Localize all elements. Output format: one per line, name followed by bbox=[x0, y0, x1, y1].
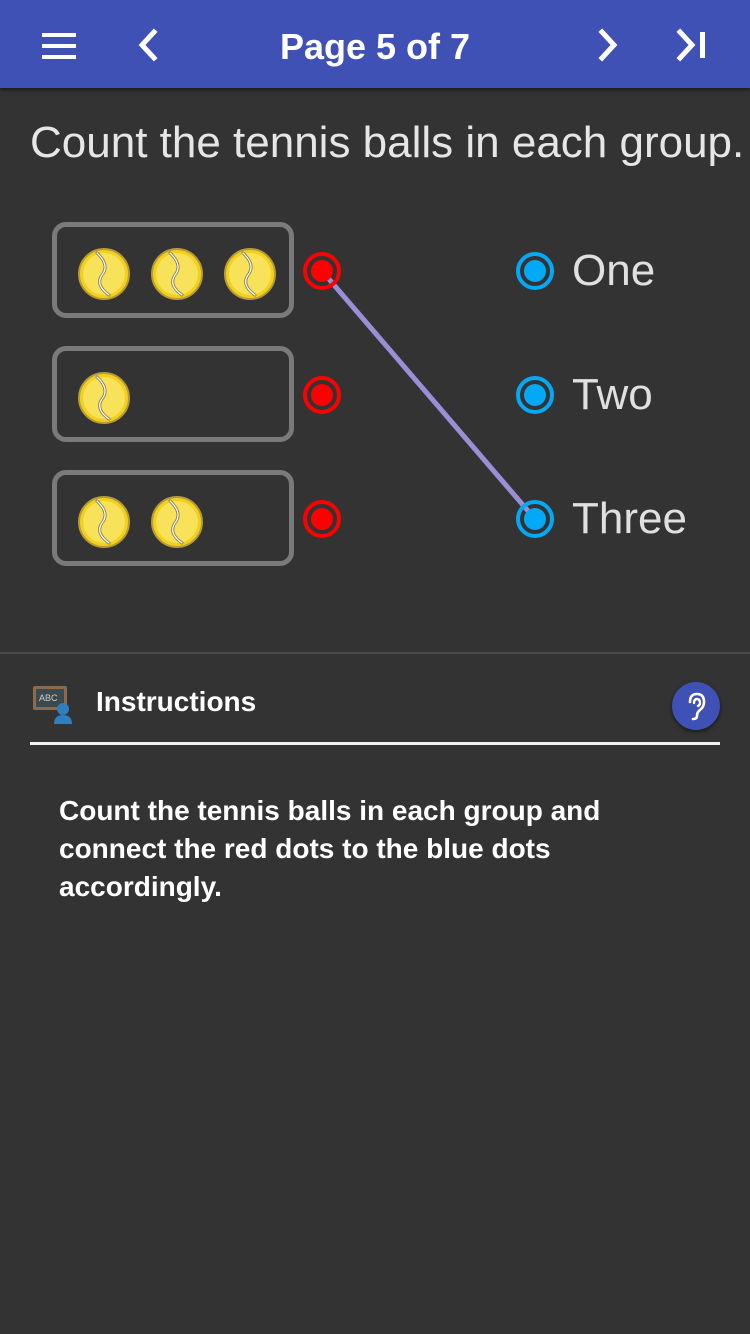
tennis-ball-icon bbox=[223, 247, 277, 301]
tennis-ball-icon bbox=[150, 495, 204, 549]
red-dot-group-2[interactable] bbox=[302, 375, 342, 415]
blue-dot-option-1[interactable] bbox=[515, 251, 555, 291]
skip-to-end-icon bbox=[676, 28, 705, 62]
connection-line[interactable] bbox=[319, 268, 538, 522]
next-page-button[interactable] bbox=[586, 22, 630, 66]
question-text: Count the tennis balls in each group. bbox=[30, 118, 745, 167]
tennis-ball-icon bbox=[77, 247, 131, 301]
chalkboard-teacher-icon: ABC bbox=[33, 686, 72, 724]
ear-icon bbox=[688, 692, 706, 721]
tennis-ball-icon bbox=[150, 247, 204, 301]
listen-button[interactable] bbox=[672, 682, 720, 730]
option-label-one: One bbox=[572, 246, 656, 295]
blue-dot-option-3[interactable] bbox=[515, 499, 555, 539]
section-divider bbox=[0, 652, 750, 654]
page-title: Page 5 of 7 bbox=[279, 26, 471, 67]
option-label-two: Two bbox=[572, 370, 653, 419]
tennis-ball-icon bbox=[77, 371, 131, 425]
blue-dot-option-2[interactable] bbox=[515, 375, 555, 415]
svg-text:ABC: ABC bbox=[39, 693, 58, 703]
top-app-bar: Page 5 of 7 bbox=[0, 0, 750, 88]
red-dot-group-1[interactable] bbox=[302, 251, 342, 291]
instructions-body: Count the tennis balls in each group and… bbox=[59, 795, 601, 902]
ball-group-3 bbox=[52, 470, 294, 566]
ball-group-2 bbox=[52, 346, 294, 442]
chevron-right-icon bbox=[598, 28, 618, 62]
last-page-button[interactable] bbox=[670, 22, 714, 66]
instructions-title: Instructions bbox=[96, 686, 257, 717]
instructions-underline bbox=[30, 742, 720, 745]
tennis-ball-icon bbox=[77, 495, 131, 549]
ball-group-1 bbox=[52, 222, 294, 318]
option-label-three: Three bbox=[572, 494, 687, 543]
red-dot-group-3[interactable] bbox=[302, 499, 342, 539]
